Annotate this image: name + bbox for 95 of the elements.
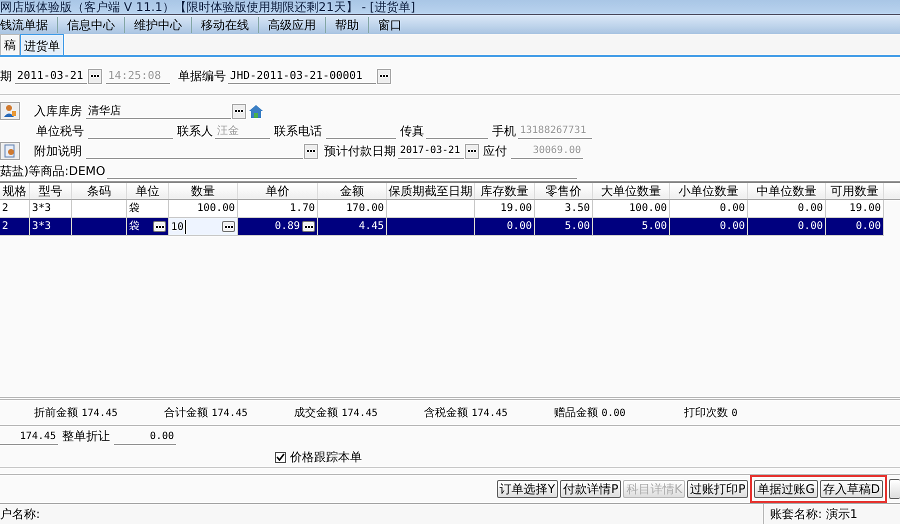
menu-item[interactable]: 钱流单据: [0, 16, 58, 33]
more-button[interactable]: [153, 221, 166, 232]
column-header[interactable]: 大单位数量: [593, 183, 670, 200]
total-text: 含税金额 174.45: [424, 405, 509, 420]
table-cell: 0.00: [720, 201, 745, 216]
field-label: 预计付款日期: [324, 142, 396, 160]
table-cell: 100.00: [629, 201, 667, 216]
column-header[interactable]: 单位: [127, 183, 169, 200]
more-button[interactable]: [222, 221, 235, 232]
partial-button[interactable]: [889, 479, 900, 500]
action-button[interactable]: 付款详情P: [560, 480, 622, 498]
column-header[interactable]: 库存数量: [475, 183, 535, 200]
column-header[interactable]: 规格: [0, 183, 30, 200]
checkbox-label: 价格跟踪本单: [290, 448, 362, 466]
more-button[interactable]: [302, 221, 315, 232]
column-header[interactable]: 条码: [72, 183, 127, 200]
table-cell: 2: [2, 219, 8, 234]
field-label: 整单折让: [62, 428, 110, 446]
table-cell: 19.00: [849, 201, 881, 216]
table-cell: 0.00: [856, 219, 881, 234]
table-cell: 5.00: [642, 219, 667, 234]
account-name-text: 账套名称: 演示1: [763, 504, 900, 524]
field-label: 期: [0, 68, 12, 85]
table-cell: 3*3: [32, 219, 51, 234]
discount-field[interactable]: 0.00: [114, 428, 176, 445]
menu-item[interactable]: 窗口: [369, 16, 411, 33]
menu-item[interactable]: 信息中心: [58, 16, 125, 33]
quantity-input[interactable]: 10: [171, 220, 186, 234]
more-button[interactable]: [304, 144, 318, 159]
total-text: 折前金额 174.45: [34, 405, 119, 420]
column-header[interactable]: 金额: [318, 183, 387, 200]
action-button[interactable]: 订单选择Y: [496, 480, 558, 498]
menu-item[interactable]: 高级应用: [259, 16, 326, 33]
amount-field[interactable]: 174.45: [0, 428, 58, 445]
column-header[interactable]: 保质期截至日期: [387, 183, 475, 200]
table-row[interactable]: 2 3*3 袋 10 0.89 4.45 0.00 5.00 5.00 0.00 0.00 0.00: [0, 218, 884, 236]
table-cell: 1.70: [290, 201, 315, 216]
column-header[interactable]: 小单位数量: [670, 183, 748, 200]
field-label: 附加说明: [34, 142, 82, 160]
field-label: 手机: [492, 122, 516, 140]
field-label: 单位税号: [36, 122, 84, 140]
table-cell: 3*3: [32, 201, 51, 216]
field-label: 应付: [483, 142, 507, 160]
date-field[interactable]: 2011-03-21: [15, 68, 87, 84]
table-cell: 100.00: [197, 201, 235, 216]
menu-item[interactable]: 维护中心: [125, 16, 192, 33]
document-icon-button[interactable]: [0, 142, 20, 160]
field-label: 入库库房: [34, 102, 82, 120]
total-text: 合计金额 174.45: [164, 405, 249, 420]
table-cell: 0.00: [798, 201, 823, 216]
table-cell: 0.00: [506, 219, 532, 234]
table-cell: 5.00: [564, 219, 590, 234]
action-button[interactable]: 过账打印P: [687, 480, 748, 498]
table-row[interactable]: 2 3*3 袋 100.00 1.70 170.00 19.00 3.50 100.00 0.00 0.00 19.00: [0, 200, 884, 218]
checkbox[interactable]: [275, 452, 286, 463]
column-header[interactable]: 中单位数量: [748, 183, 826, 200]
warehouse-field[interactable]: 清华店: [86, 103, 231, 120]
action-button[interactable]: 单据过账G: [754, 480, 818, 498]
field-label: 联系电话: [274, 122, 322, 140]
column-header[interactable]: 零售价: [535, 183, 593, 200]
table-cell: 3.50: [564, 201, 590, 216]
table-cell: 4.45: [358, 219, 384, 234]
person-icon-button[interactable]: [0, 102, 20, 120]
menu-item[interactable]: 帮助: [326, 16, 369, 33]
table-cell: 19.00: [500, 201, 532, 216]
field-label: 传真: [400, 122, 424, 140]
user-name-text: 户名称:: [0, 506, 42, 523]
column-header[interactable]: 单价: [238, 183, 318, 200]
menu-item[interactable]: 移动在线: [192, 16, 259, 33]
more-button[interactable]: [232, 104, 246, 119]
column-header[interactable]: 可用数量: [826, 183, 884, 200]
goods-summary: 菇盐)等商品:DEMO: [0, 162, 106, 180]
table-cell-text: 袋: [129, 219, 141, 234]
field-label: 单据编号: [178, 68, 226, 85]
more-button[interactable]: [465, 144, 479, 159]
tab[interactable]: 进货单: [20, 34, 64, 56]
table-cell: 袋: [129, 201, 140, 216]
number-field[interactable]: JHD-2011-03-21-00001: [228, 68, 376, 84]
column-header[interactable]: 型号: [30, 183, 72, 200]
more-button[interactable]: [88, 68, 102, 84]
more-button[interactable]: [377, 68, 391, 84]
total-text: 打印次数 0: [684, 405, 739, 420]
window-title: 网店版体验版（客户端 V 11.1）【限时体验版使用期限还剩21天】 - [进货单]: [0, 0, 416, 14]
table-cell: 0.00: [798, 219, 823, 234]
field-label: 联系人: [177, 122, 213, 140]
table-cell-text: 0.89: [274, 219, 300, 234]
table-cell: 170.00: [346, 201, 384, 216]
total-text: 赠品金额 0.00: [554, 405, 627, 420]
column-header[interactable]: 数量: [169, 183, 238, 200]
table-cell: 2: [2, 201, 8, 216]
total-text: 成交金额 174.45: [294, 405, 379, 420]
table-cell: 0.00: [720, 219, 745, 234]
action-button[interactable]: 存入草稿D: [820, 480, 883, 498]
house-icon[interactable]: [248, 103, 264, 120]
pay-date-field[interactable]: 2017-03-21: [398, 143, 464, 160]
